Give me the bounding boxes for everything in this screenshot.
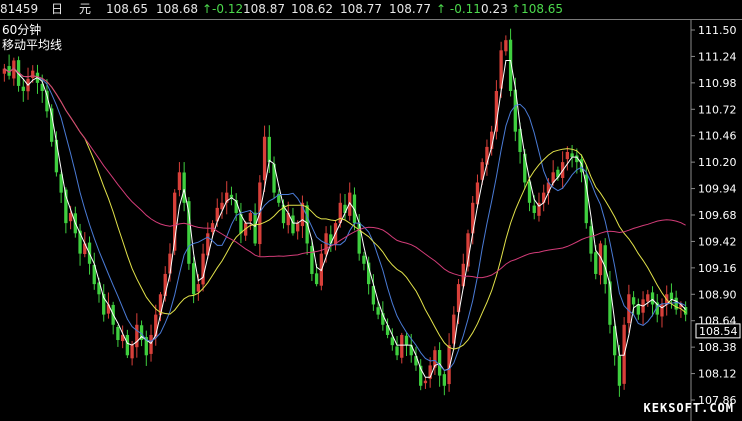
candle-body — [627, 294, 631, 324]
y-tick-label: 108.90 — [698, 288, 737, 301]
candle-body — [660, 304, 664, 317]
y-tick-label: 108.12 — [698, 368, 737, 381]
candle-body — [504, 40, 508, 52]
candle-body — [362, 255, 366, 264]
candle-body — [423, 380, 428, 384]
candle-body — [253, 212, 257, 244]
candle-body — [669, 292, 674, 300]
candle-body — [565, 151, 570, 160]
candle-body — [314, 273, 319, 285]
current-price-label: 108.54 — [699, 325, 738, 338]
quote-value-2: 108.68 — [156, 2, 198, 16]
quote-unit-yuan: 元 — [79, 2, 92, 16]
quote-value-1: 108.65 — [106, 2, 148, 16]
candle-body — [631, 297, 636, 305]
quote-value-7: 0.23 — [481, 2, 508, 16]
candle-body — [177, 172, 182, 191]
candle-body — [310, 246, 314, 274]
y-tick-label: 109.68 — [698, 209, 737, 222]
candle-body — [196, 284, 200, 292]
quote-bar: 81459 日 元 108.65 108.68 ↑-0.12 108.87 10… — [0, 0, 742, 20]
quote-change-3: ↑108.65 — [511, 2, 564, 16]
candle-body — [650, 292, 655, 305]
y-axis: 111.50 111.24 110.98 110.72 110.46 110.20 109.… — [691, 24, 741, 407]
quote-value-5: 108.77 — [340, 2, 382, 16]
quote-code: 81459 — [0, 2, 39, 16]
candle-body — [296, 223, 300, 232]
candle-body — [646, 294, 650, 302]
y-tick-label: 108.38 — [698, 341, 737, 354]
candlestick-chart: 111.50 111.24 110.98 110.72 110.46 110.20 109.… — [2, 20, 741, 421]
candle-body — [31, 70, 35, 79]
candle-body — [523, 153, 527, 183]
candle-body — [191, 263, 196, 295]
candle-body — [267, 136, 271, 163]
y-tick-label: 111.24 — [698, 50, 737, 63]
candle-body — [617, 355, 622, 386]
quote-value-6: 108.77 — [389, 2, 431, 16]
candle-body — [442, 374, 447, 386]
y-tick-label: 110.20 — [698, 156, 737, 169]
period-label: 60分钟 — [2, 23, 42, 37]
y-tick-label: 109.94 — [698, 183, 737, 196]
candle-body — [248, 212, 253, 222]
candle-body — [291, 215, 295, 234]
candle-body — [395, 346, 399, 356]
quote-value-3: 108.87 — [243, 2, 285, 16]
candle-body — [262, 136, 267, 181]
candle-body — [130, 345, 134, 359]
quote-unit-day: 日 — [51, 2, 64, 16]
candle-body — [376, 307, 380, 315]
quote-value-4: 108.62 — [291, 2, 333, 16]
quote-change-1: ↑-0.12 — [202, 2, 244, 16]
candle-body — [532, 205, 536, 213]
candle-body — [149, 334, 153, 354]
candle-body — [437, 350, 442, 376]
y-tick-label: 110.72 — [698, 103, 737, 116]
indicator-label: 移动平均线 — [2, 38, 63, 52]
y-tick-label: 110.98 — [698, 77, 737, 90]
candle-body — [125, 334, 130, 356]
candle-body — [135, 324, 139, 348]
candle-body — [182, 172, 186, 203]
y-tick-label: 109.16 — [698, 262, 737, 275]
candle-body — [570, 153, 574, 158]
y-tick-label: 111.50 — [698, 24, 737, 37]
candle-body — [21, 86, 25, 91]
candle-body — [400, 334, 404, 358]
candle-body — [343, 204, 347, 213]
watermark: KEKSOFT.COM — [643, 401, 734, 415]
candle-body — [594, 252, 598, 274]
candle-body — [589, 226, 593, 254]
y-tick-label: 109.42 — [698, 235, 737, 248]
quote-change-2: ↑ -0.11 — [436, 2, 481, 16]
candle-body — [404, 335, 409, 346]
candle-body — [201, 253, 205, 285]
candle-body — [106, 304, 111, 314]
y-tick-label: 110.46 — [698, 130, 737, 143]
candle-body — [116, 327, 120, 341]
